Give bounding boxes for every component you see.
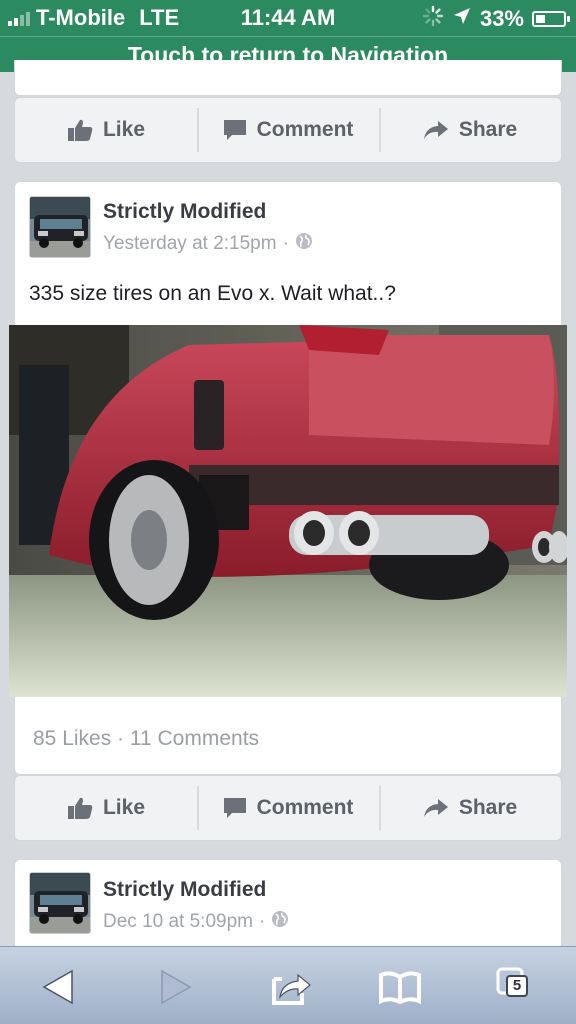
share-sheet-icon	[268, 973, 312, 1013]
globe-icon	[295, 232, 313, 256]
author-avatar[interactable]	[29, 196, 91, 258]
post-actions: Like Comment Share	[14, 775, 562, 841]
post-author[interactable]: Strictly Modified	[103, 878, 266, 902]
post-stats: 85 Likes · 11 Comments	[14, 705, 562, 775]
like-label: Like	[102, 118, 146, 141]
comment-icon	[223, 119, 247, 141]
back-button[interactable]	[38, 965, 82, 1009]
share-sheet-button[interactable]	[268, 965, 312, 1009]
bookmarks-icon	[378, 971, 422, 1013]
location-arrow-icon	[452, 6, 472, 32]
status-bar: T-Mobile LTE 11:44 AM 33%	[0, 0, 576, 36]
comment-button[interactable]: Comment	[197, 98, 379, 162]
share-button[interactable]: Share	[379, 98, 561, 162]
post-text: 335 size tires on an Evo x. Wait what..?	[29, 282, 396, 305]
comment-icon	[223, 797, 247, 819]
browser-toolbar: 5	[0, 946, 576, 1024]
tabs-count: 5	[506, 975, 528, 997]
status-right: 33%	[422, 5, 570, 33]
comment-label: Comment	[256, 796, 354, 819]
meta-separator: ·	[258, 911, 266, 932]
share-label: Share	[458, 796, 518, 819]
share-button[interactable]: Share	[379, 776, 561, 840]
globe-icon	[271, 910, 289, 934]
like-icon	[67, 118, 93, 142]
back-icon	[38, 969, 82, 1013]
post-meta: Dec 10 at 5:09pm ·	[103, 910, 289, 934]
battery-percent: 33%	[479, 6, 524, 31]
activity-spinner-icon	[422, 5, 444, 33]
post-photo[interactable]	[9, 325, 567, 697]
tabs-button[interactable]: 5	[492, 963, 536, 1007]
comment-button[interactable]: Comment	[197, 776, 379, 840]
battery-icon	[532, 11, 570, 27]
previous-post-actions: Like Comment Share	[14, 97, 562, 163]
post-timestamp[interactable]: Yesterday at 2:15pm	[103, 233, 277, 255]
comment-label: Comment	[256, 118, 354, 141]
likes-comments-count[interactable]: 85 Likes · 11 Comments	[33, 727, 259, 751]
like-label: Like	[102, 796, 146, 819]
like-button[interactable]: Like	[15, 776, 197, 840]
share-label: Share	[458, 118, 518, 141]
author-avatar[interactable]	[29, 872, 91, 934]
like-icon	[67, 796, 93, 820]
like-button[interactable]: Like	[15, 98, 197, 162]
previous-post-card	[14, 60, 562, 96]
share-icon	[423, 798, 449, 818]
post-meta: Yesterday at 2:15pm ·	[103, 232, 313, 256]
forward-button[interactable]	[152, 965, 196, 1009]
share-icon	[423, 120, 449, 140]
post-author[interactable]: Strictly Modified	[103, 200, 266, 224]
meta-separator: ·	[282, 233, 289, 254]
forward-icon	[152, 969, 196, 1013]
post-card: Strictly Modified Dec 10 at 5:09pm ·	[14, 859, 562, 959]
post-timestamp[interactable]: Dec 10 at 5:09pm	[103, 911, 253, 933]
bookmarks-button[interactable]	[378, 965, 422, 1009]
